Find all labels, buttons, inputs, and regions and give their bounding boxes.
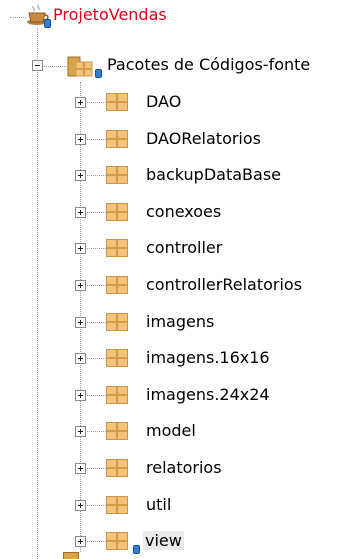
package-label: DAORelatorios <box>146 129 261 148</box>
package-icon <box>106 93 128 111</box>
expand-toggle-icon[interactable] <box>75 390 86 401</box>
package-icon <box>106 166 128 184</box>
project-badge-icon <box>44 19 51 28</box>
package-label: imagens <box>146 312 215 331</box>
package-label: backupDataBase <box>146 165 281 184</box>
package-label: DAO <box>146 92 182 111</box>
package-badge-icon <box>133 545 140 554</box>
expand-toggle-icon[interactable] <box>75 536 86 547</box>
collapse-toggle-icon[interactable] <box>32 60 43 71</box>
package-label: imagens.16x16 <box>146 348 270 367</box>
package-node[interactable]: imagens <box>0 304 359 340</box>
package-icon <box>106 422 128 440</box>
package-icon <box>106 386 128 404</box>
package-node[interactable]: imagens.16x16 <box>0 340 359 376</box>
source-packages-icon <box>67 56 93 77</box>
package-label: view <box>143 531 184 550</box>
package-label: controllerRelatorios <box>146 275 303 294</box>
package-icon <box>106 532 128 550</box>
package-label: relatorios <box>146 458 222 477</box>
package-node[interactable]: controllerRelatorios <box>0 267 359 303</box>
expand-toggle-icon[interactable] <box>75 500 86 511</box>
package-label: conexoes <box>146 202 222 221</box>
expand-toggle-icon[interactable] <box>75 207 86 218</box>
partial-node-icon <box>63 552 79 559</box>
expand-toggle-icon[interactable] <box>75 170 86 181</box>
package-icon <box>106 130 128 148</box>
package-icon <box>106 349 128 367</box>
expand-toggle-icon[interactable] <box>75 426 86 437</box>
expand-toggle-icon[interactable] <box>75 243 86 254</box>
expand-toggle-icon[interactable] <box>75 317 86 328</box>
package-node[interactable]: conexoes <box>0 194 359 230</box>
package-node[interactable]: DAO <box>0 84 359 120</box>
package-label: controller <box>146 238 223 257</box>
package-node[interactable]: relatorios <box>0 450 359 486</box>
expand-toggle-icon[interactable] <box>75 134 86 145</box>
package-node[interactable]: util <box>0 487 359 523</box>
source-packages-node[interactable]: Pacotes de Códigos-fonte <box>0 48 359 84</box>
project-node[interactable]: ProjetoVendas <box>0 0 359 34</box>
package-label: imagens.24x24 <box>146 385 270 404</box>
package-node[interactable]: backupDataBase <box>0 157 359 193</box>
package-icon <box>106 313 128 331</box>
expand-toggle-icon[interactable] <box>75 97 86 108</box>
expand-toggle-icon[interactable] <box>75 463 86 474</box>
package-label: model <box>146 421 196 440</box>
package-node[interactable]: imagens.24x24 <box>0 377 359 413</box>
package-node[interactable]: DAORelatorios <box>0 121 359 157</box>
package-node[interactable]: controller <box>0 230 359 266</box>
package-node[interactable]: view <box>0 523 359 559</box>
project-name: ProjetoVendas <box>53 5 167 24</box>
source-packages-label: Pacotes de Códigos-fonte <box>107 55 311 74</box>
project-tree: ProjetoVendas Pacotes de Códigos-fonte D… <box>0 0 359 559</box>
package-node[interactable]: model <box>0 413 359 449</box>
package-label: util <box>146 495 172 514</box>
expand-toggle-icon[interactable] <box>75 280 86 291</box>
expand-toggle-icon[interactable] <box>75 353 86 364</box>
source-badge-icon <box>95 69 102 78</box>
package-icon <box>106 239 128 257</box>
package-icon <box>106 459 128 477</box>
package-icon <box>106 203 128 221</box>
package-icon <box>106 276 128 294</box>
package-icon <box>106 496 128 514</box>
